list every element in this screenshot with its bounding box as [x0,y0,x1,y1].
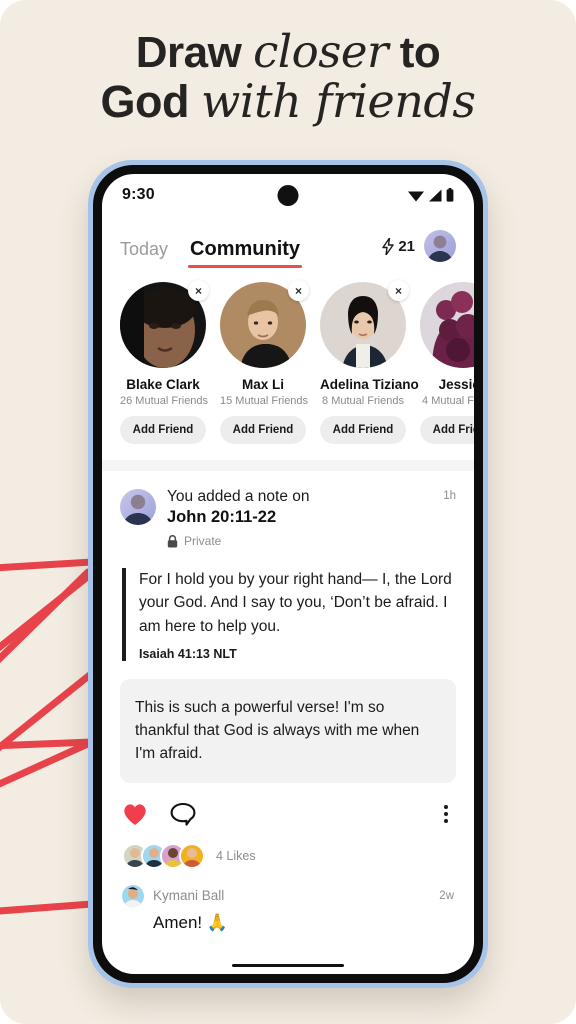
section-divider [102,460,474,471]
friend-name: Jessica [438,377,474,392]
home-indicator[interactable] [232,964,344,967]
avatar-image [122,884,144,907]
cellular-signal-icon [429,189,442,201]
friend-card[interactable]: × Max Li 15 Mutual Friends Add Friend [220,280,309,444]
privacy-label: Private [184,534,222,548]
phone-mockup: 9:30 Today Community 21 × Blake Clark 26… [88,160,488,988]
friend-mutual-count: 15 Mutual Friends [220,395,309,407]
page-title: Draw closer to God with friends [0,28,576,125]
lightning-bolt-icon [382,237,395,255]
note-card: This is such a powerful verse! I'm so th… [120,678,456,783]
phone-screen: 9:30 Today Community 21 × Blake Clark 26… [102,174,474,974]
add-friend-button[interactable]: Add Friend [120,416,206,444]
comment-text: Amen! 🙏 [153,912,229,932]
wifi-icon [408,191,424,201]
headline-part-5: with friends [201,73,476,128]
avatar-image [181,844,203,867]
post-action-text: You added a note on [167,488,310,505]
likes-row[interactable]: 4 Likes [120,827,456,869]
add-friend-button[interactable]: Add Friend [420,416,474,444]
promo-canvas: Draw closer to God with friends 9:30 Tod… [0,0,576,1024]
friend-card[interactable]: × Blake Clark 26 Mutual Friends Add Frie… [120,280,209,444]
verse-blockquote: For I hold you by your right hand— I, th… [122,568,456,661]
avatar-image [424,230,456,262]
friend-name: Max Li [241,377,284,392]
friend-mutual-count: 8 Mutual Friends [322,395,404,407]
headline-part-1: Draw [135,28,254,77]
friend-card[interactable]: × Jessica 4 Mutual Friends Add Friend [420,282,474,444]
comment-header: Kymani Ball 2w [122,884,454,907]
note-text: This is such a powerful verse! I'm so th… [135,698,420,763]
friend-avatar-wrap: × [420,282,474,368]
comment: Kymani Ball 2w Amen! 🙏 [120,869,456,933]
lock-icon [167,534,178,547]
headline-part-2: closer [253,25,388,78]
friend-avatar-wrap: × [220,280,309,368]
likes-count: 4 Likes [216,848,256,863]
status-time: 9:30 [122,186,155,203]
add-friend-button[interactable]: Add Friend [320,416,406,444]
friend-suggestions-carousel[interactable]: × Blake Clark 26 Mutual Friends Add Frie… [102,268,474,460]
add-friend-button[interactable]: Add Friend [220,416,306,444]
friend-name: Blake Clark [126,377,200,392]
comment-author-name: Kymani Ball [153,888,225,903]
friend-avatar [420,282,474,368]
post-header-text: You added a note on John 20:11-22 Privat… [167,487,432,548]
avatar-image [120,489,156,525]
dismiss-friend-icon[interactable]: × [188,280,209,301]
camera-punch-hole [277,185,299,206]
friend-name: Adelina Tiziano [320,377,419,392]
tab-bar: Today Community 21 [102,216,474,268]
post-author-avatar[interactable] [120,489,156,525]
avatar-image [420,282,474,368]
like-avatars [122,842,205,869]
like-avatar [179,842,205,869]
phone-bezel: 9:30 Today Community 21 × Blake Clark 26… [93,165,483,983]
comment-author-avatar[interactable] [122,884,144,907]
battery-icon [446,188,454,202]
headline-part-4: God [100,75,202,127]
feed-post: You added a note on John 20:11-22 Privat… [102,471,474,933]
verse-text: For I hold you by your right hand— I, th… [139,571,452,635]
headline-part-3: to [388,28,441,77]
post-header: You added a note on John 20:11-22 Privat… [120,487,456,548]
post-scripture-reference[interactable]: John 20:11-22 [167,507,432,528]
post-timestamp: 1h [443,490,456,502]
status-icons [408,188,454,202]
dismiss-friend-icon[interactable]: × [388,280,409,301]
friend-card[interactable]: × Adelina Tiziano 8 Mutual Friends Add F… [320,280,419,444]
comment-bubble-icon[interactable] [170,802,196,826]
heart-filled-icon[interactable] [122,802,148,826]
comment-timestamp: 2w [439,889,454,902]
streak-count: 21 [398,237,415,255]
streak-counter[interactable]: 21 [382,237,415,255]
verse-reference: Isaiah 41:13 NLT [139,646,237,661]
post-privacy: Private [167,534,432,548]
friend-mutual-count: 4 Mutual Friends [422,395,474,407]
friend-avatar-wrap: × [120,280,209,368]
profile-avatar[interactable] [424,230,456,262]
dismiss-friend-icon[interactable]: × [288,280,309,301]
status-bar: 9:30 [102,174,474,216]
kebab-menu-icon[interactable] [438,801,454,827]
friend-mutual-count: 26 Mutual Friends [120,395,209,407]
post-actions [120,783,456,827]
friend-avatar-wrap: × [320,280,409,368]
header-right: 21 [382,230,456,268]
tab-community[interactable]: Community [188,238,303,268]
tab-today[interactable]: Today [120,239,168,268]
